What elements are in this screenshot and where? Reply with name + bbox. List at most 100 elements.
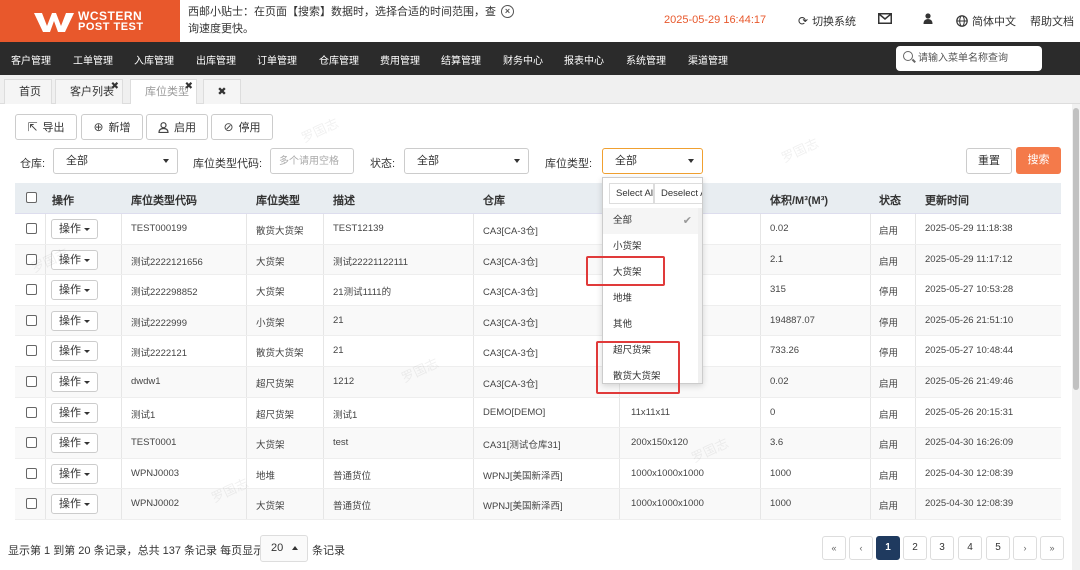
cell-size: 11x11x11	[631, 406, 671, 418]
row-action-button[interactable]: 操作	[51, 433, 98, 454]
table-row[interactable]: 操作 TEST0001 大货架 test CA31[测试仓库31] 200x150x120…	[15, 428, 1061, 459]
nav-item-outbound[interactable]: 出库管理	[196, 52, 236, 67]
nav-item-settlement[interactable]: 结算管理	[441, 52, 481, 67]
select-all-checkbox[interactable]	[26, 192, 37, 203]
switch-system-button[interactable]: ⟳ 切换系统	[798, 13, 856, 29]
column-divider	[45, 489, 46, 519]
reset-button[interactable]: 重置	[966, 148, 1012, 174]
dropdown-option[interactable]: 地堆	[603, 286, 702, 312]
cell-type: 小货架	[256, 317, 285, 329]
table-row[interactable]: 操作 测试2222121656 大货架 测试22221122111 CA3[CA-3仓]…	[15, 244, 1061, 276]
status-select[interactable]: 全部	[404, 148, 529, 174]
last-page-button[interactable]: »	[1040, 536, 1064, 560]
table-row[interactable]: 操作 WPNJ0003 地堆 普通货位 WPNJ[美国新泽西] 1000x1000x100…	[15, 458, 1061, 490]
enable-button[interactable]: 启用	[146, 114, 208, 140]
row-checkbox[interactable]	[26, 467, 37, 479]
nav-item-customer[interactable]: 客户管理	[11, 52, 51, 67]
code-filter-input[interactable]	[270, 148, 354, 174]
row-action-button[interactable]: 操作	[51, 249, 98, 270]
row-action-button[interactable]: 操作	[51, 372, 98, 392]
column-divider	[473, 275, 474, 305]
add-button[interactable]: ⊕ 新增	[81, 114, 143, 140]
table-row[interactable]: 操作 测试2222121 散货大货架 21 CA3[CA-3仓] 733.26 停用 2025…	[15, 336, 1061, 367]
page-scrollbar[interactable]	[1072, 104, 1080, 570]
table-row[interactable]: 操作测试2222999小货架21CA3[CA-3仓]4194887.07停用20…	[15, 305, 1061, 337]
nav-item-workorder[interactable]: 工单管理	[73, 52, 113, 67]
row-checkbox[interactable]	[26, 406, 37, 418]
column-divider	[121, 489, 122, 519]
page-button[interactable]: 1	[876, 536, 900, 560]
table-row[interactable]: 操作 测试1 超尺货架 测试1 DEMO[DEMO] 11x11x11 0 启用 2025-05…	[15, 397, 1061, 429]
row-checkbox[interactable]	[26, 437, 37, 449]
column-divider	[870, 489, 871, 519]
row-action-button[interactable]: 操作	[51, 280, 98, 301]
row-checkbox[interactable]	[26, 498, 37, 510]
nav-item-system[interactable]: 系统管理	[626, 52, 666, 67]
menu-search	[896, 46, 1042, 71]
page-button[interactable]: 2	[903, 536, 927, 560]
row-checkbox[interactable]	[26, 376, 37, 387]
row-checkbox[interactable]	[26, 314, 37, 326]
row-checkbox[interactable]	[26, 253, 37, 265]
row-action-button[interactable]: 操作	[51, 494, 98, 515]
page-button[interactable]: 4	[958, 536, 982, 560]
page-button[interactable]: 3	[930, 536, 954, 560]
dropdown-scrollbar[interactable]	[698, 208, 702, 383]
tab-customer-list[interactable]: 客户列表 ✖	[55, 79, 123, 104]
nav-item-warehouse[interactable]: 仓库管理	[319, 52, 359, 67]
cell-warehouse: WPNJ[美国新泽西]	[483, 470, 563, 482]
row-action-button[interactable]: 操作	[51, 310, 98, 331]
export-button[interactable]: ⇱ 导出	[15, 114, 77, 140]
table-row[interactable]: 操作 dwdw1 超尺货架 1212 CA3[CA-3仓] 0.02 启用 2025-05-2…	[15, 367, 1061, 398]
page-button[interactable]: 5	[986, 536, 1010, 560]
table-row[interactable]: 操作 WPNJ0002 大货架 普通货位 WPNJ[美国新泽西] 1000x1000x10…	[15, 489, 1061, 520]
page-size-select[interactable]: 20	[260, 535, 308, 562]
close-tab-icon[interactable]: ✖	[185, 82, 193, 92]
close-tab-icon[interactable]: ✖	[111, 82, 119, 92]
row-action-button[interactable]: 操作	[51, 219, 98, 239]
cell-warehouse: CA31[测试仓库31]	[483, 440, 561, 452]
scrollbar-thumb[interactable]	[1073, 108, 1079, 390]
table-row[interactable]: 操作 TEST000199 散货大货架 TEST12139 CA3[CA-3仓] 0.02…	[15, 214, 1061, 245]
nav-item-orders[interactable]: 订单管理	[257, 52, 297, 67]
option-label: 地堆	[613, 293, 633, 304]
first-page-button[interactable]: «	[822, 536, 846, 560]
location-type-select[interactable]: 全部	[602, 148, 703, 174]
nav-item-reports[interactable]: 报表中心	[564, 52, 604, 67]
tab-home[interactable]: 首页	[4, 79, 52, 104]
row-action-button[interactable]: 操作	[51, 402, 98, 423]
nav-item-finance[interactable]: 财务中心	[503, 52, 543, 67]
search-button[interactable]: 搜索	[1016, 147, 1061, 174]
row-checkbox[interactable]	[26, 345, 37, 357]
close-all-tabs-button[interactable]: ✖	[203, 79, 241, 104]
column-divider	[45, 367, 46, 397]
user-button[interactable]	[923, 13, 933, 24]
warehouse-select[interactable]: 全部	[53, 148, 178, 174]
brand-logo[interactable]: WCSTERN POST TEST	[0, 0, 180, 42]
cell-code: 测试1	[131, 409, 156, 421]
dropdown-option[interactable]: 全部 ✔	[603, 208, 702, 234]
dropdown-option[interactable]: 其他	[603, 312, 702, 338]
prev-page-button[interactable]: ‹	[849, 536, 873, 560]
table-row[interactable]: 操作 测试222298852 大货架 21测试1111的 CA3[CA-3仓] 315 停用…	[15, 275, 1061, 306]
row-action-button[interactable]: 操作	[51, 341, 98, 362]
row-checkbox[interactable]	[26, 284, 37, 296]
mail-button[interactable]	[878, 13, 892, 24]
deselect-all-button[interactable]: Deselect All	[654, 183, 702, 204]
language-switch[interactable]: 简体中文	[956, 13, 1016, 29]
tab-bar: 首页 客户列表 ✖ 库位类型 ✖ ✖	[0, 75, 1080, 104]
row-action-button[interactable]: 操作	[51, 463, 98, 484]
nav-item-inbound[interactable]: 入库管理	[134, 52, 174, 67]
disable-button[interactable]: ⊘ 停用	[211, 114, 273, 140]
next-page-button[interactable]: ›	[1013, 536, 1037, 560]
tab-location-type[interactable]: 库位类型 ✖	[130, 79, 197, 104]
select-all-button[interactable]: Select All	[609, 183, 654, 204]
column-divider	[246, 214, 247, 244]
help-docs-link[interactable]: 帮助文档	[1030, 13, 1074, 29]
nav-item-fees[interactable]: 费用管理	[380, 52, 420, 67]
header-warehouse: 仓库	[483, 195, 505, 207]
close-tip-icon[interactable]: ×	[501, 5, 514, 18]
row-checkbox[interactable]	[26, 223, 37, 234]
nav-item-channels[interactable]: 渠道管理	[688, 52, 728, 67]
menu-search-input[interactable]	[918, 50, 1036, 67]
